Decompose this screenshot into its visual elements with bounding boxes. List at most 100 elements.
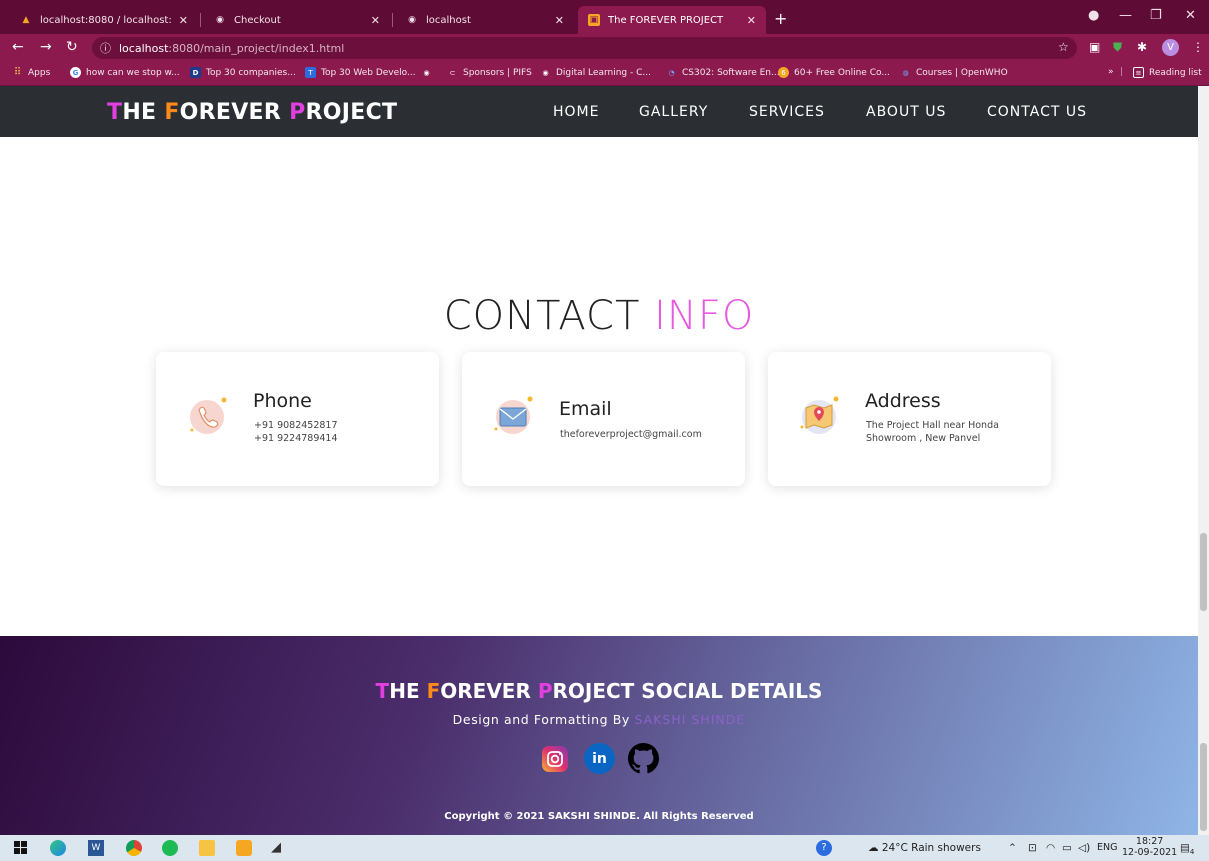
tray-chevron-icon[interactable]: ⌃ (1008, 842, 1017, 854)
address-line: Showroom , New Panvel (866, 433, 981, 444)
bookmark-apps[interactable]: ⠿ Apps (12, 67, 50, 78)
new-tab-icon[interactable]: + (774, 9, 787, 28)
close-icon[interactable]: ✕ (179, 14, 188, 27)
language-indicator[interactable]: ENG (1097, 842, 1117, 853)
scrollbar-thumb[interactable] (1200, 743, 1207, 831)
xampp-icon[interactable] (236, 840, 252, 856)
phone-icon (190, 397, 227, 434)
footer-credit: Design and Formatting By SAKSHI SHINDE (452, 712, 746, 727)
address-bar[interactable]: ⓘ localhost:8080/main_project/index1.htm… (92, 37, 1077, 59)
bookmarks-bar: ⠿ Apps G how can we stop w... D Top 30 c… (0, 62, 1209, 86)
tab-phpmyadmin[interactable]: ▲ localhost:8080 / localhost:3306 / ✕ (10, 6, 198, 34)
who-icon: ◍ (902, 68, 909, 77)
bookmark-item[interactable]: T Top 30 Web Develo... (305, 67, 416, 78)
copyright-text: Copyright © 2021 SAKSHI SHINDE. All Righ… (444, 811, 754, 822)
minimize-icon[interactable]: — (1119, 8, 1132, 23)
battery-icon[interactable]: ▭ (1062, 842, 1072, 854)
instagram-icon[interactable] (539, 743, 570, 774)
bookmark-label: Courses | OpenWHO (916, 67, 1008, 78)
network-icon[interactable]: ⊡ (1028, 842, 1037, 854)
bookmark-item[interactable]: ◍ Courses | OpenWHO (900, 67, 1008, 78)
scrollbar-thumb[interactable] (1200, 533, 1207, 611)
nav-home[interactable]: HOME (553, 104, 599, 120)
weather-widget[interactable]: ☁ 24°C Rain showers (868, 842, 981, 854)
forward-icon[interactable]: → (40, 39, 52, 55)
bookmark-item[interactable]: ◉ Digital Learning - C... (540, 67, 651, 78)
tab-separator (200, 13, 201, 27)
bookmark-item[interactable]: 6 60+ Free Online Co... (778, 67, 890, 78)
notification-count: 4 (1189, 848, 1195, 857)
close-icon[interactable]: ✕ (747, 14, 756, 27)
tab-separator (392, 13, 393, 27)
clock[interactable]: 18:27 12-09-2021 (1122, 836, 1177, 858)
close-icon[interactable]: ✕ (555, 14, 564, 27)
bookmark-label: Digital Learning - C... (556, 67, 651, 78)
edge-icon[interactable] (50, 840, 66, 856)
linkedin-icon[interactable]: in (584, 743, 615, 774)
profile-avatar[interactable]: V (1162, 39, 1179, 56)
tab-search-icon[interactable]: ● (1088, 8, 1099, 23)
windows-start-icon[interactable] (14, 841, 27, 854)
phone-number: +91 9224789414 (254, 433, 338, 444)
github-icon[interactable] (628, 743, 659, 774)
tab-title: localhost (426, 14, 471, 26)
web-dev-icon: T (305, 67, 316, 78)
nav-contact-us[interactable]: CONTACT US (987, 104, 1087, 120)
bookmark-item[interactable]: G how can we stop w... (70, 67, 180, 78)
app-icon[interactable]: ◢ (271, 840, 287, 856)
reload-icon[interactable]: ↻ (66, 39, 78, 55)
help-icon[interactable]: ? (816, 840, 832, 856)
file-explorer-icon[interactable] (199, 840, 215, 856)
bookmark-item[interactable]: ⊂ Sponsors | PIFS (447, 67, 532, 78)
info-icon[interactable]: ⓘ (100, 40, 111, 56)
nav-services[interactable]: SERVICES (749, 104, 825, 120)
url-path: :8080/main_project/index1.html (168, 41, 345, 55)
nav-gallery[interactable]: GALLERY (639, 104, 708, 120)
bookmark-label: Sponsors | PIFS (463, 67, 532, 78)
tab-title: The FOREVER PROJECT (608, 14, 724, 26)
envelope-icon (494, 396, 533, 434)
wifi-icon[interactable]: ◠ (1046, 842, 1055, 854)
tab-localhost[interactable]: ◉ localhost ✕ (396, 6, 574, 34)
contact-info-heading: CONTACT INFO (443, 293, 755, 339)
site-footer: THE FOREVER PROJECT SOCIAL DETAILS Desig… (0, 636, 1198, 835)
nav-about-us[interactable]: ABOUT US (866, 104, 946, 120)
phone-heading: Phone (253, 390, 312, 412)
puzzle-icon[interactable]: ✱ (1137, 40, 1147, 54)
browser-tab-bar: ▲ localhost:8080 / localhost:3306 / ✕ ◉ … (0, 0, 1209, 34)
bookmark-item[interactable]: ◉ (421, 67, 437, 78)
tab-checkout[interactable]: ◉ Checkout ✕ (204, 6, 390, 34)
word-icon[interactable]: W (88, 840, 104, 856)
bookmark-label: how can we stop w... (86, 67, 180, 78)
maximize-icon[interactable]: ❐ (1150, 8, 1162, 23)
globe-icon: ◉ (408, 15, 416, 25)
close-icon[interactable]: ✕ (371, 14, 380, 27)
email-address[interactable]: theforeverproject@gmail.com (560, 428, 702, 441)
notification-icon[interactable]: ▤4 (1180, 842, 1194, 856)
reading-list-icon: ≡ (1133, 67, 1144, 78)
page-scrollbar[interactable] (1198, 86, 1209, 835)
site-logo[interactable]: THE FOREVER PROJECT (107, 100, 397, 125)
bookmark-label: Apps (28, 67, 51, 78)
course-icon: ◔ (668, 68, 675, 77)
chrome-icon[interactable] (126, 840, 142, 856)
extension-icon[interactable]: ▣ (1089, 40, 1100, 54)
star-icon[interactable]: ☆ (1058, 40, 1069, 54)
reading-list-button[interactable]: ≡ Reading list (1133, 67, 1202, 78)
volume-icon[interactable]: ◁) (1078, 842, 1090, 854)
browser-toolbar: ← → ↻ ⓘ localhost:8080/main_project/inde… (0, 34, 1209, 62)
bookmark-item[interactable]: D Top 30 companies... (190, 67, 296, 78)
tab-forever-project[interactable]: ▣ The FOREVER PROJECT ✕ (578, 6, 766, 34)
spotify-icon[interactable] (162, 840, 178, 856)
window-close-icon[interactable]: ✕ (1185, 8, 1196, 23)
back-icon[interactable]: ← (12, 39, 24, 55)
menu-icon[interactable]: ⋮ (1192, 40, 1204, 54)
address-line: The Project Hall near Honda (866, 420, 999, 431)
globe-icon: ◉ (542, 68, 549, 77)
bookmark-item[interactable]: ◔ CS302: Software En... (666, 67, 779, 78)
more-bookmarks-icon[interactable]: » (1108, 67, 1114, 77)
email-heading: Email (559, 398, 612, 420)
phpmyadmin-icon: ▲ (22, 15, 30, 25)
google-icon: G (70, 67, 81, 78)
shield-icon[interactable]: ⛊ (1113, 40, 1122, 55)
